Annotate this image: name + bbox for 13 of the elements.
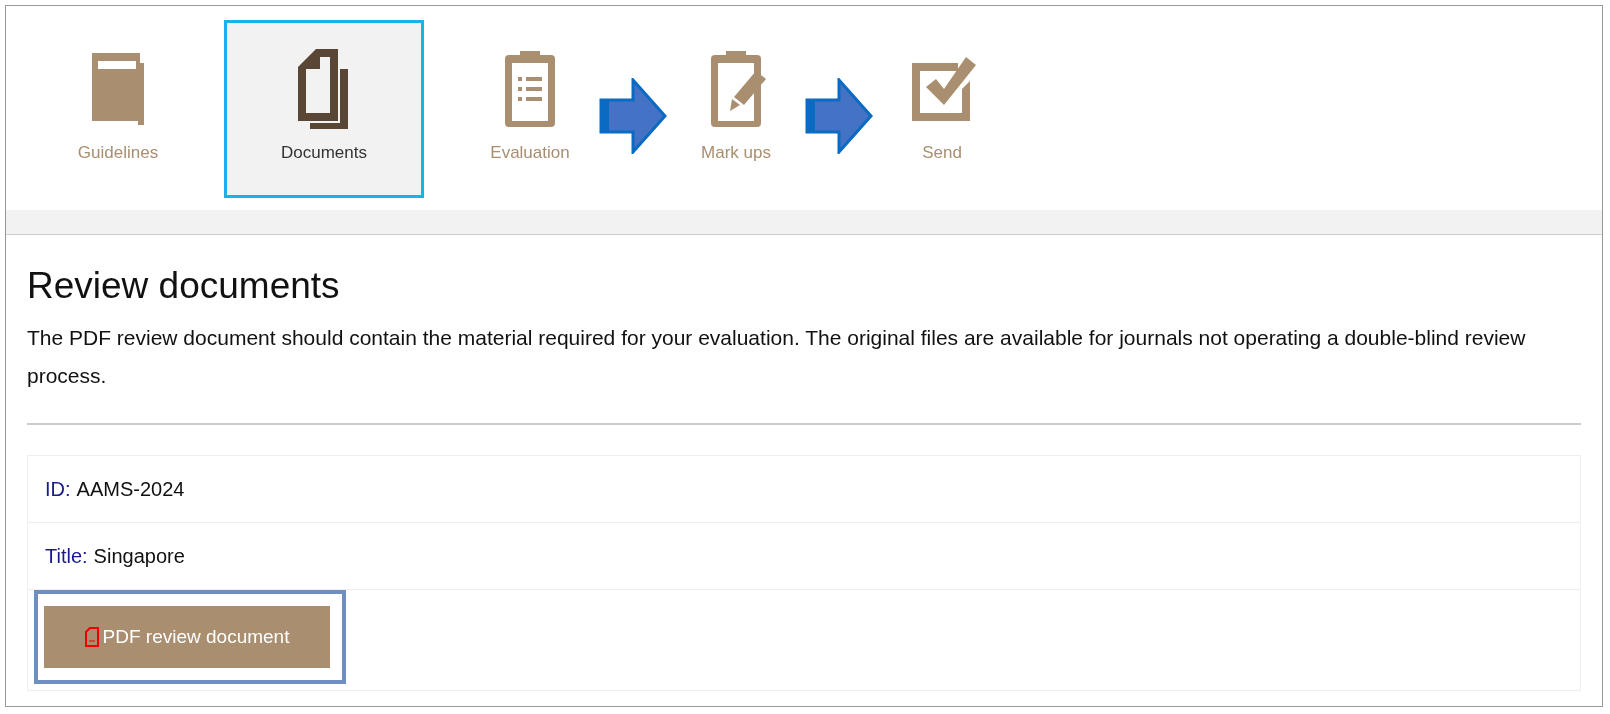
- field-value: Singapore: [93, 544, 185, 568]
- step-tab[interactable]: Guidelines: [18, 20, 218, 198]
- description-text: The PDF review document should contain the material required for your evaluation. The original files are available for journals not operating a double-blind review process.: [27, 325, 1527, 389]
- field-label: ID:: [45, 477, 71, 501]
- field-label: Title:: [45, 544, 88, 568]
- page-heading: Review documents: [27, 265, 341, 307]
- step-tab[interactable]: Mark ups: [636, 20, 836, 198]
- field-value: AAMS-2024: [76, 477, 185, 501]
- pdf-review-button[interactable]: PDF review document: [44, 606, 330, 668]
- document-icon: [84, 627, 99, 647]
- step-tab[interactable]: Documents: [224, 20, 424, 198]
- step-tab[interactable]: Evaluation: [430, 20, 630, 198]
- step-tab[interactable]: Send: [842, 20, 1042, 198]
